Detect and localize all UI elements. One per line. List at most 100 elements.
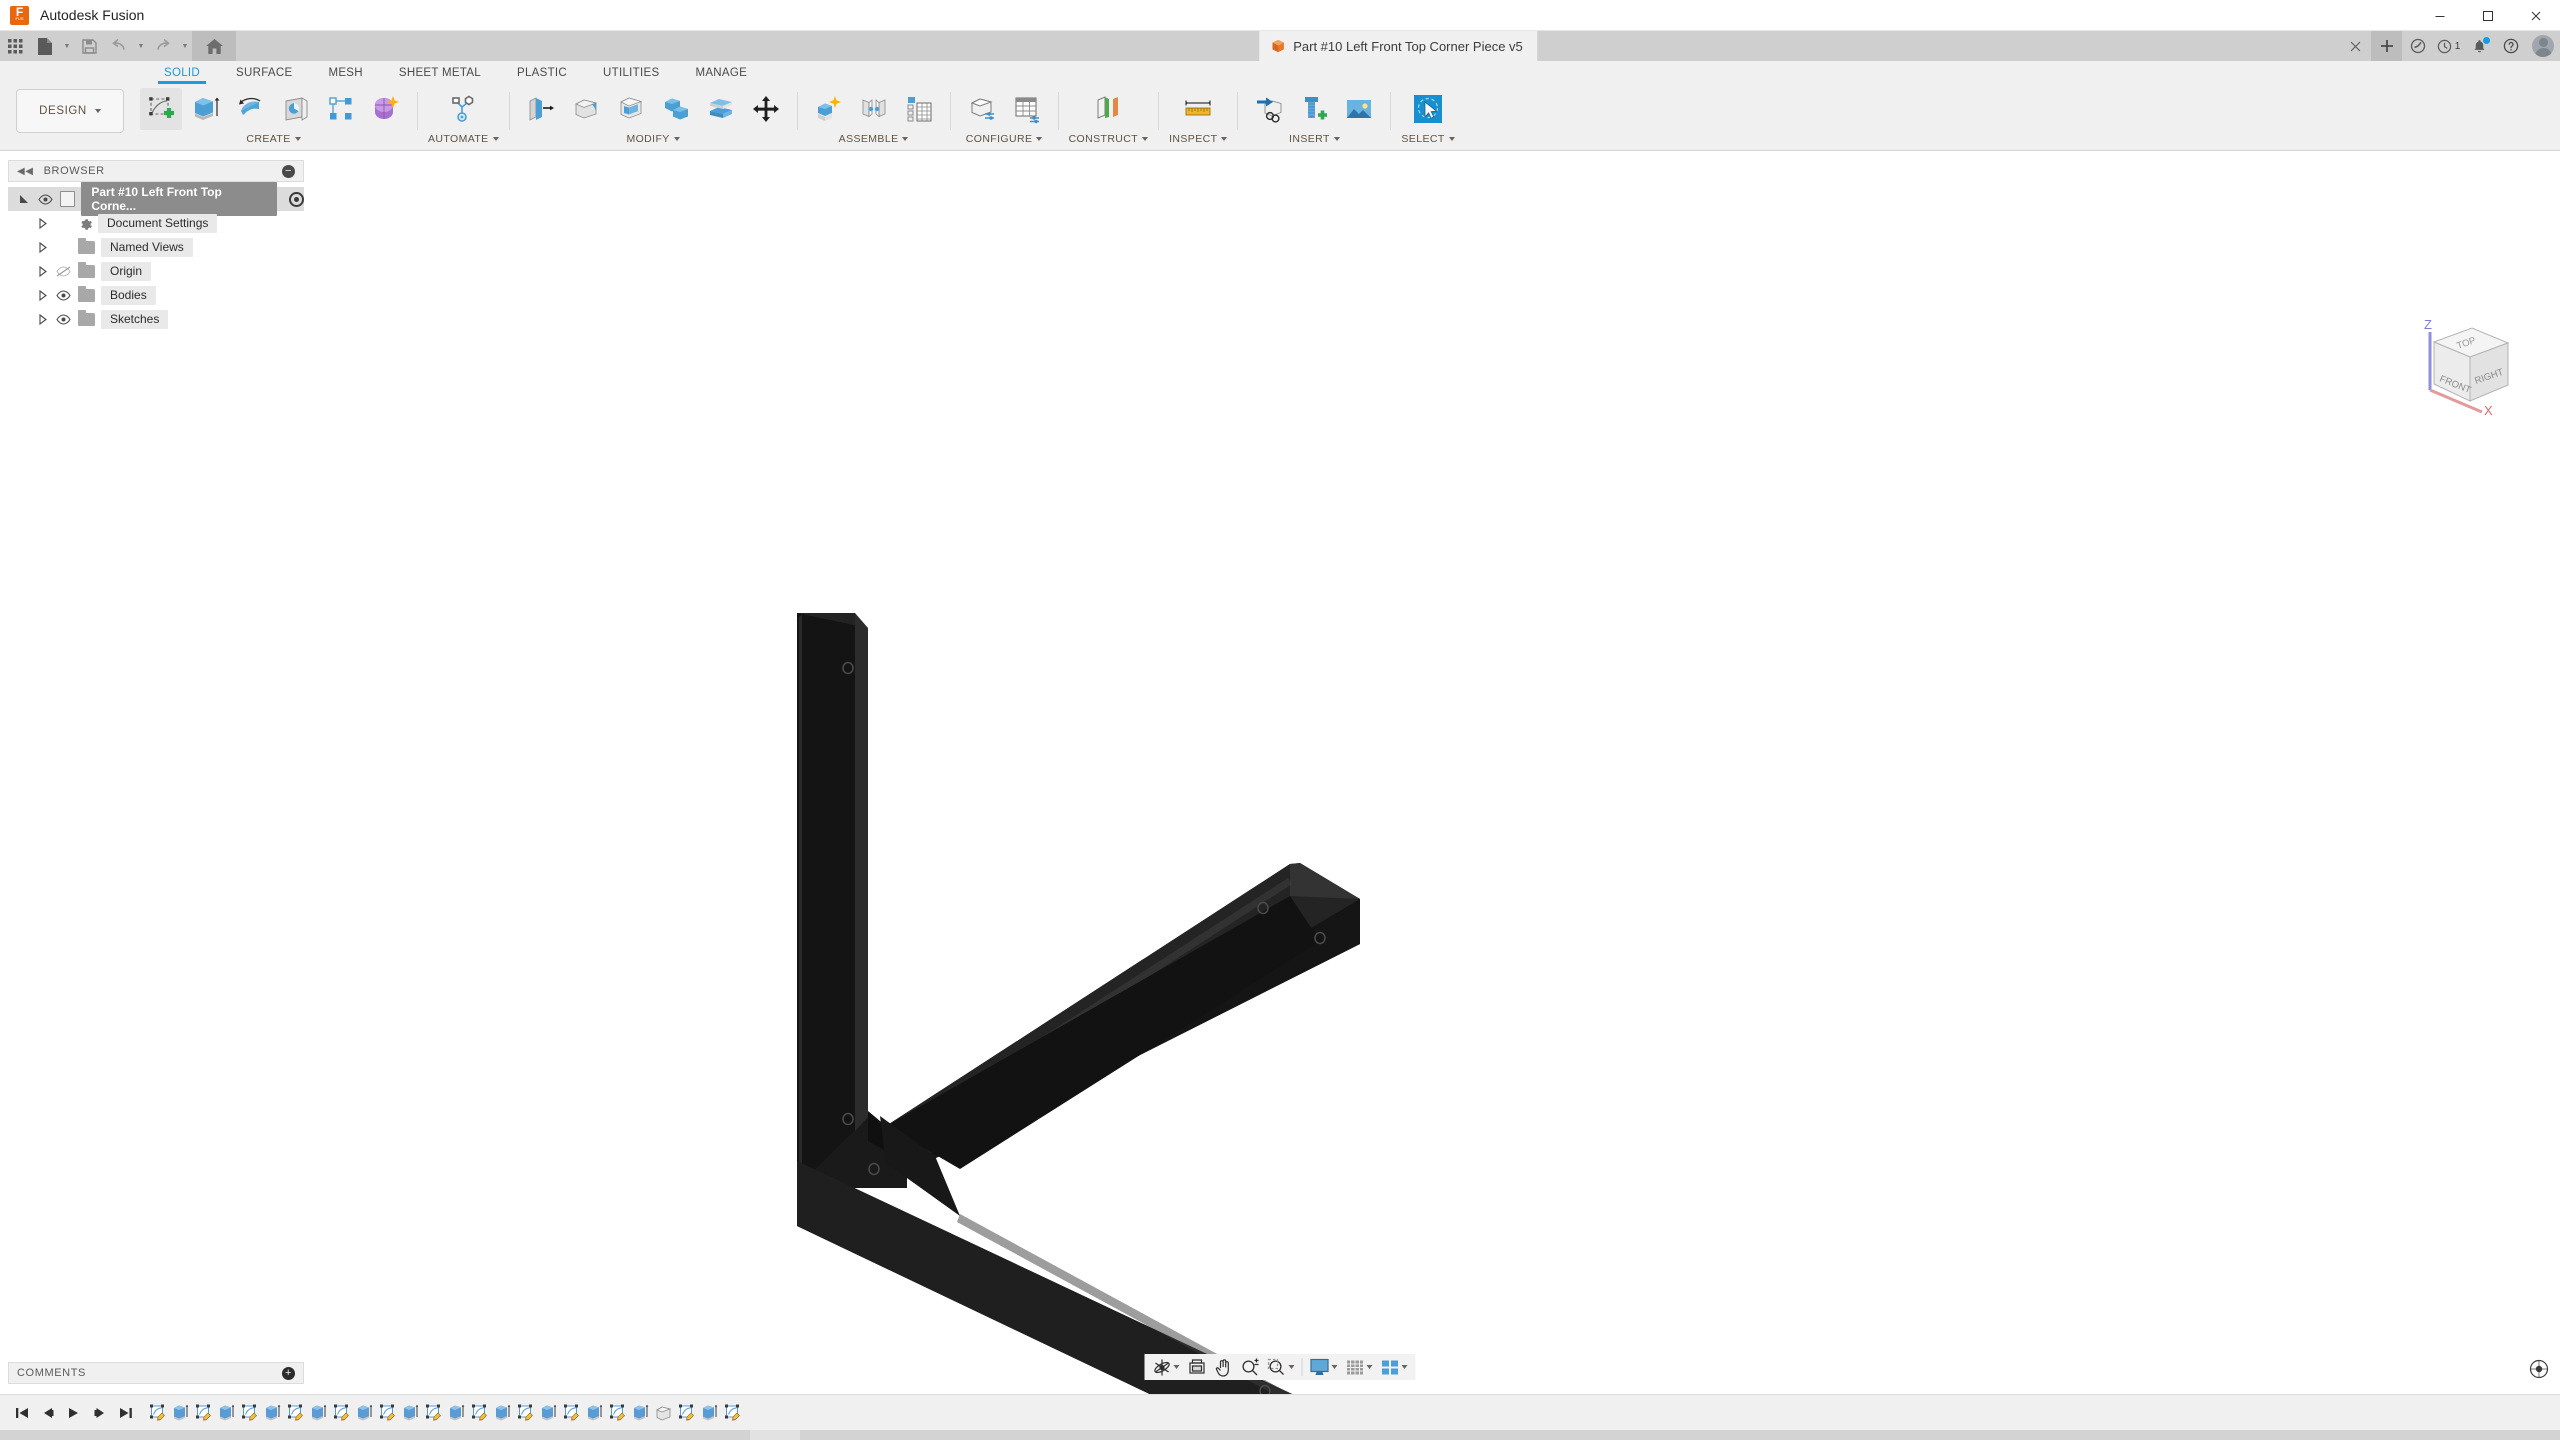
bill-of-materials-icon[interactable] [898,88,940,130]
taskbar-app-edge[interactable] [550,1430,600,1440]
grid-snaps-icon[interactable] [1342,1355,1377,1379]
taskbar-app-firefox[interactable] [450,1430,500,1440]
fillet-icon[interactable] [565,88,607,130]
chevron-down-icon[interactable] [1331,1365,1338,1369]
taskbar-app-fusion[interactable]: F FUS [750,1430,800,1440]
taskbar-app-tool[interactable] [650,1430,700,1440]
taskbar-app-chrome[interactable] [500,1430,550,1440]
timeline-extrude-feature[interactable] [353,1400,376,1426]
taskbar-app-excel[interactable] [900,1430,950,1440]
look-at-icon[interactable] [1184,1355,1211,1379]
timeline-sketch-feature[interactable] [721,1400,744,1426]
create-form-icon[interactable] [365,88,407,130]
ribbon-tab-plastic[interactable]: PLASTIC [499,61,585,84]
ribbon-panel-automate-label[interactable]: AUTOMATE [428,130,499,148]
visibility-eye-icon[interactable] [55,288,72,302]
task-view-icon[interactable] [100,1430,150,1440]
help-icon[interactable] [2495,31,2526,61]
visibility-off-eye-icon[interactable] [55,264,72,278]
timeline-extrude-feature[interactable] [169,1400,192,1426]
taskbar-app-cura[interactable] [950,1430,1000,1440]
new-document-caret-icon[interactable]: ▼ [60,31,74,61]
expand-triangle-icon[interactable] [36,265,49,278]
activate-component-icon[interactable] [289,191,305,207]
design-workspace-button[interactable]: DESIGN [16,89,124,133]
expand-triangle-icon[interactable] [36,313,49,326]
step-back-icon[interactable] [36,1401,60,1425]
job-status-icon[interactable] [2402,31,2433,61]
taskbar-app-autodesk[interactable] [400,1430,450,1440]
taskbar-app-calculator[interactable] [850,1430,900,1440]
undo-icon[interactable] [104,31,134,61]
tree-item-root[interactable]: Part #10 Left Front Top Corne... [8,182,305,216]
visibility-eye-icon[interactable] [37,192,54,206]
insert-derive-icon[interactable] [1248,88,1290,130]
orbit-icon[interactable] [1149,1355,1184,1379]
home-icon[interactable] [192,31,236,61]
chevron-down-icon[interactable] [1366,1365,1373,1369]
collapse-left-icon[interactable]: ◀◀ [17,166,34,177]
play-icon[interactable] [62,1401,86,1425]
taskbar-app-paint[interactable] [350,1430,400,1440]
view-settings-icon[interactable] [2528,1358,2550,1380]
tree-item-bodies[interactable]: Bodies [8,283,304,307]
timeline-sketch-feature[interactable] [606,1400,629,1426]
automate-icon[interactable] [442,88,484,130]
sweep-icon[interactable] [275,88,317,130]
ribbon-tab-solid[interactable]: SOLID [146,61,218,84]
step-forward-icon[interactable] [88,1401,112,1425]
recent-clock-icon[interactable]: 1 [2433,31,2464,61]
extrude-icon[interactable] [185,88,227,130]
zoom-window-icon[interactable] [1264,1355,1299,1379]
expand-triangle-icon[interactable] [18,193,31,206]
chevron-down-icon[interactable] [1173,1365,1180,1369]
taskbar-app-file-explorer[interactable] [150,1430,200,1440]
timeline-sketch-feature[interactable] [422,1400,445,1426]
go-to-beginning-icon[interactable] [10,1401,34,1425]
timeline-sketch-feature[interactable] [514,1400,537,1426]
ribbon-panel-construct-label[interactable]: CONSTRUCT [1069,130,1149,148]
timeline-feature-track[interactable] [146,1395,2560,1431]
tree-item-origin[interactable]: Origin [8,259,304,283]
timeline-extrude-feature[interactable] [399,1400,422,1426]
minus-circle-icon[interactable]: − [282,164,295,178]
timeline-extrude-feature[interactable] [261,1400,284,1426]
select-icon[interactable] [1407,88,1449,130]
search-icon[interactable] [50,1430,100,1440]
ribbon-tab-manage[interactable]: MANAGE [677,61,765,84]
revolve-icon[interactable] [230,88,272,130]
timeline-extrude-feature[interactable] [215,1400,238,1426]
bell-icon[interactable] [2464,31,2495,61]
timeline-extrude-feature[interactable] [698,1400,721,1426]
canvas-image-icon[interactable] [1338,88,1380,130]
taskbar-app-es[interactable]: ES [200,1430,250,1440]
ribbon-panel-select-label[interactable]: SELECT [1401,130,1455,148]
tree-item-sketches[interactable]: Sketches [8,307,304,331]
visibility-eye-icon[interactable] [55,312,72,326]
viewports-icon[interactable] [1377,1355,1412,1379]
apps-grid-icon[interactable] [0,31,30,61]
tree-item-named-views[interactable]: Named Views [8,235,304,259]
windows-start-icon[interactable] [0,1430,50,1440]
save-icon[interactable] [74,31,104,61]
ribbon-panel-inspect-label[interactable]: INSPECT [1169,130,1228,148]
taskbar-app-ss[interactable]: $$ [250,1430,300,1440]
maximize-button[interactable] [2464,0,2512,31]
timeline-sketch-feature[interactable] [560,1400,583,1426]
pan-icon[interactable] [1211,1355,1237,1379]
ribbon-tab-sheet-metal[interactable]: SHEET METAL [381,61,499,84]
timeline-extrude-feature[interactable] [445,1400,468,1426]
create-configuration-icon[interactable] [961,88,1003,130]
create-sketch-icon[interactable] [140,88,182,130]
taskbar-app-c[interactable]: C [800,1430,850,1440]
insert-mcmaster-icon[interactable] [1293,88,1335,130]
redo-caret-icon[interactable]: ▼ [178,31,192,61]
redo-icon[interactable] [148,31,178,61]
browser-panel[interactable]: ◀◀ BROWSER − Part #10 Left Front Top Cor… [8,160,305,331]
expand-triangle-icon[interactable] [36,289,49,302]
timeline-extrude-feature[interactable] [307,1400,330,1426]
timeline-extrude-feature[interactable] [629,1400,652,1426]
close-document-tab-button[interactable] [2340,31,2371,61]
timeline-sketch-feature[interactable] [146,1400,169,1426]
ribbon-panel-modify-label[interactable]: MODIFY [626,130,680,148]
